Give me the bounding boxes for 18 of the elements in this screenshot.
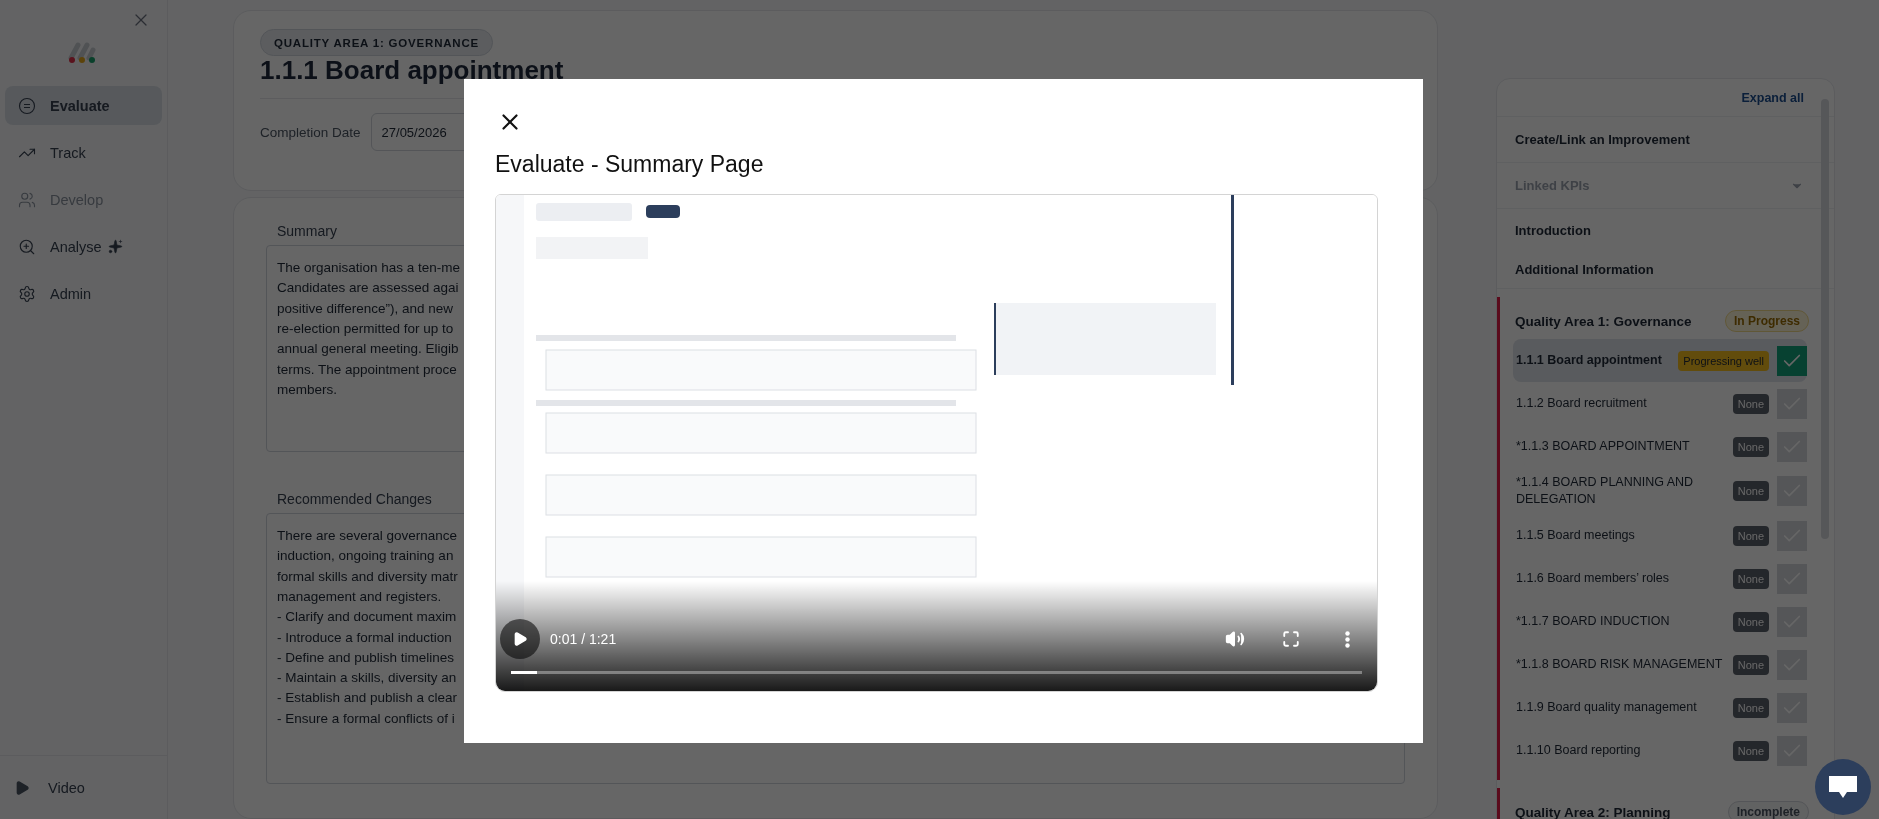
status-badge: None	[1732, 436, 1769, 457]
field-label: Recommended Changes	[276, 491, 433, 508]
status-badge: None	[1732, 611, 1769, 632]
status-pill: In Progress	[1724, 310, 1809, 332]
status-badge: None	[1732, 654, 1769, 675]
field-label: Summary	[276, 223, 338, 240]
video-time: 0:01 / 1:21	[550, 631, 618, 647]
area-pill: QUALITY AREA 1: GOVERNANCE	[260, 29, 494, 56]
status-badge: None	[1732, 697, 1769, 718]
status-badge: None	[1732, 393, 1769, 414]
status-badge: None	[1732, 740, 1769, 761]
status-pill: Incomplete	[1727, 801, 1809, 819]
field-label: Completion Date	[260, 124, 361, 140]
status-badge: Progressing well	[1678, 350, 1769, 371]
status-badge: None	[1732, 525, 1769, 546]
dialog-title: Evaluate - Summary Page	[495, 151, 765, 178]
status-badge: None	[1732, 568, 1769, 589]
status-badge: None	[1732, 481, 1769, 501]
